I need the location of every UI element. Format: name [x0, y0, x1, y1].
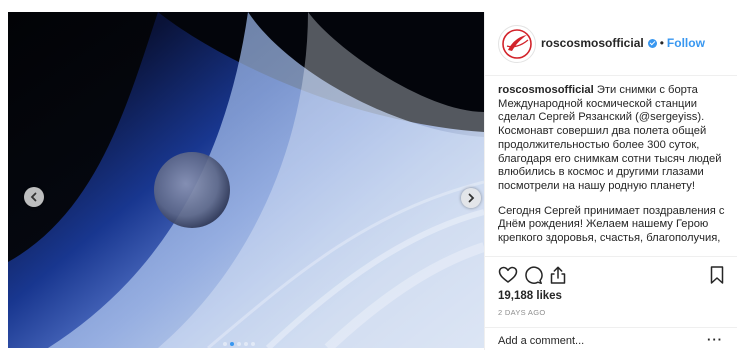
like-count[interactable]: 19,188 likes: [498, 290, 562, 302]
comment-button[interactable]: [523, 265, 543, 285]
comment-bubble-icon: [525, 266, 543, 285]
save-button[interactable]: [707, 265, 727, 285]
instagram-post-window: roscosmosofficial • Follow roscosmosoffici…: [0, 0, 737, 350]
earth-moon-photo: [8, 12, 484, 348]
heart-icon: [498, 266, 518, 283]
post-photo[interactable]: [8, 12, 484, 348]
caption-text: Эти снимки с борта Международной космиче…: [498, 84, 722, 192]
roscosmos-logo-icon: [502, 29, 532, 59]
avatar[interactable]: [498, 25, 536, 63]
post-details-panel: roscosmosofficial • Follow roscosmosoffici…: [484, 12, 737, 350]
carousel-indicator: [223, 342, 255, 346]
share-icon: [550, 266, 566, 284]
post-caption: roscosmosofficial Эти снимки с борта Меж…: [498, 84, 730, 256]
post-actions: 19,188 likes 2 DAYS AGO ···: [485, 256, 737, 351]
previous-photo-button[interactable]: [24, 187, 44, 207]
carousel-dot-active: [230, 342, 234, 346]
more-options-button[interactable]: ···: [707, 332, 723, 347]
carousel-dot: [237, 342, 241, 346]
caption-paragraph-2: Сегодня Сергей принимает поздравления с …: [498, 204, 725, 245]
username-link[interactable]: roscosmosofficial: [541, 36, 644, 50]
comment-input[interactable]: [498, 334, 698, 348]
like-button[interactable]: [498, 265, 518, 285]
post-timestamp[interactable]: 2 DAYS AGO: [498, 308, 545, 317]
bookmark-icon: [710, 266, 724, 284]
share-button[interactable]: [548, 265, 568, 285]
chevron-right-icon: [468, 193, 475, 203]
verified-badge-icon: [647, 39, 657, 48]
carousel-dot: [244, 342, 248, 346]
carousel-dot: [223, 342, 227, 346]
separator-dot: •: [659, 36, 664, 50]
comment-bar: ···: [485, 327, 737, 352]
caption-paragraph: roscosmosofficial Эти снимки с борта Меж…: [498, 84, 730, 194]
header-text: roscosmosofficial • Follow: [541, 36, 705, 50]
post-header: roscosmosofficial • Follow: [485, 12, 737, 76]
carousel-dot: [251, 342, 255, 346]
next-photo-button[interactable]: [461, 188, 481, 208]
caption-username-link[interactable]: roscosmosofficial: [498, 84, 594, 96]
follow-button[interactable]: Follow: [667, 36, 705, 50]
chevron-left-icon: [30, 192, 37, 202]
